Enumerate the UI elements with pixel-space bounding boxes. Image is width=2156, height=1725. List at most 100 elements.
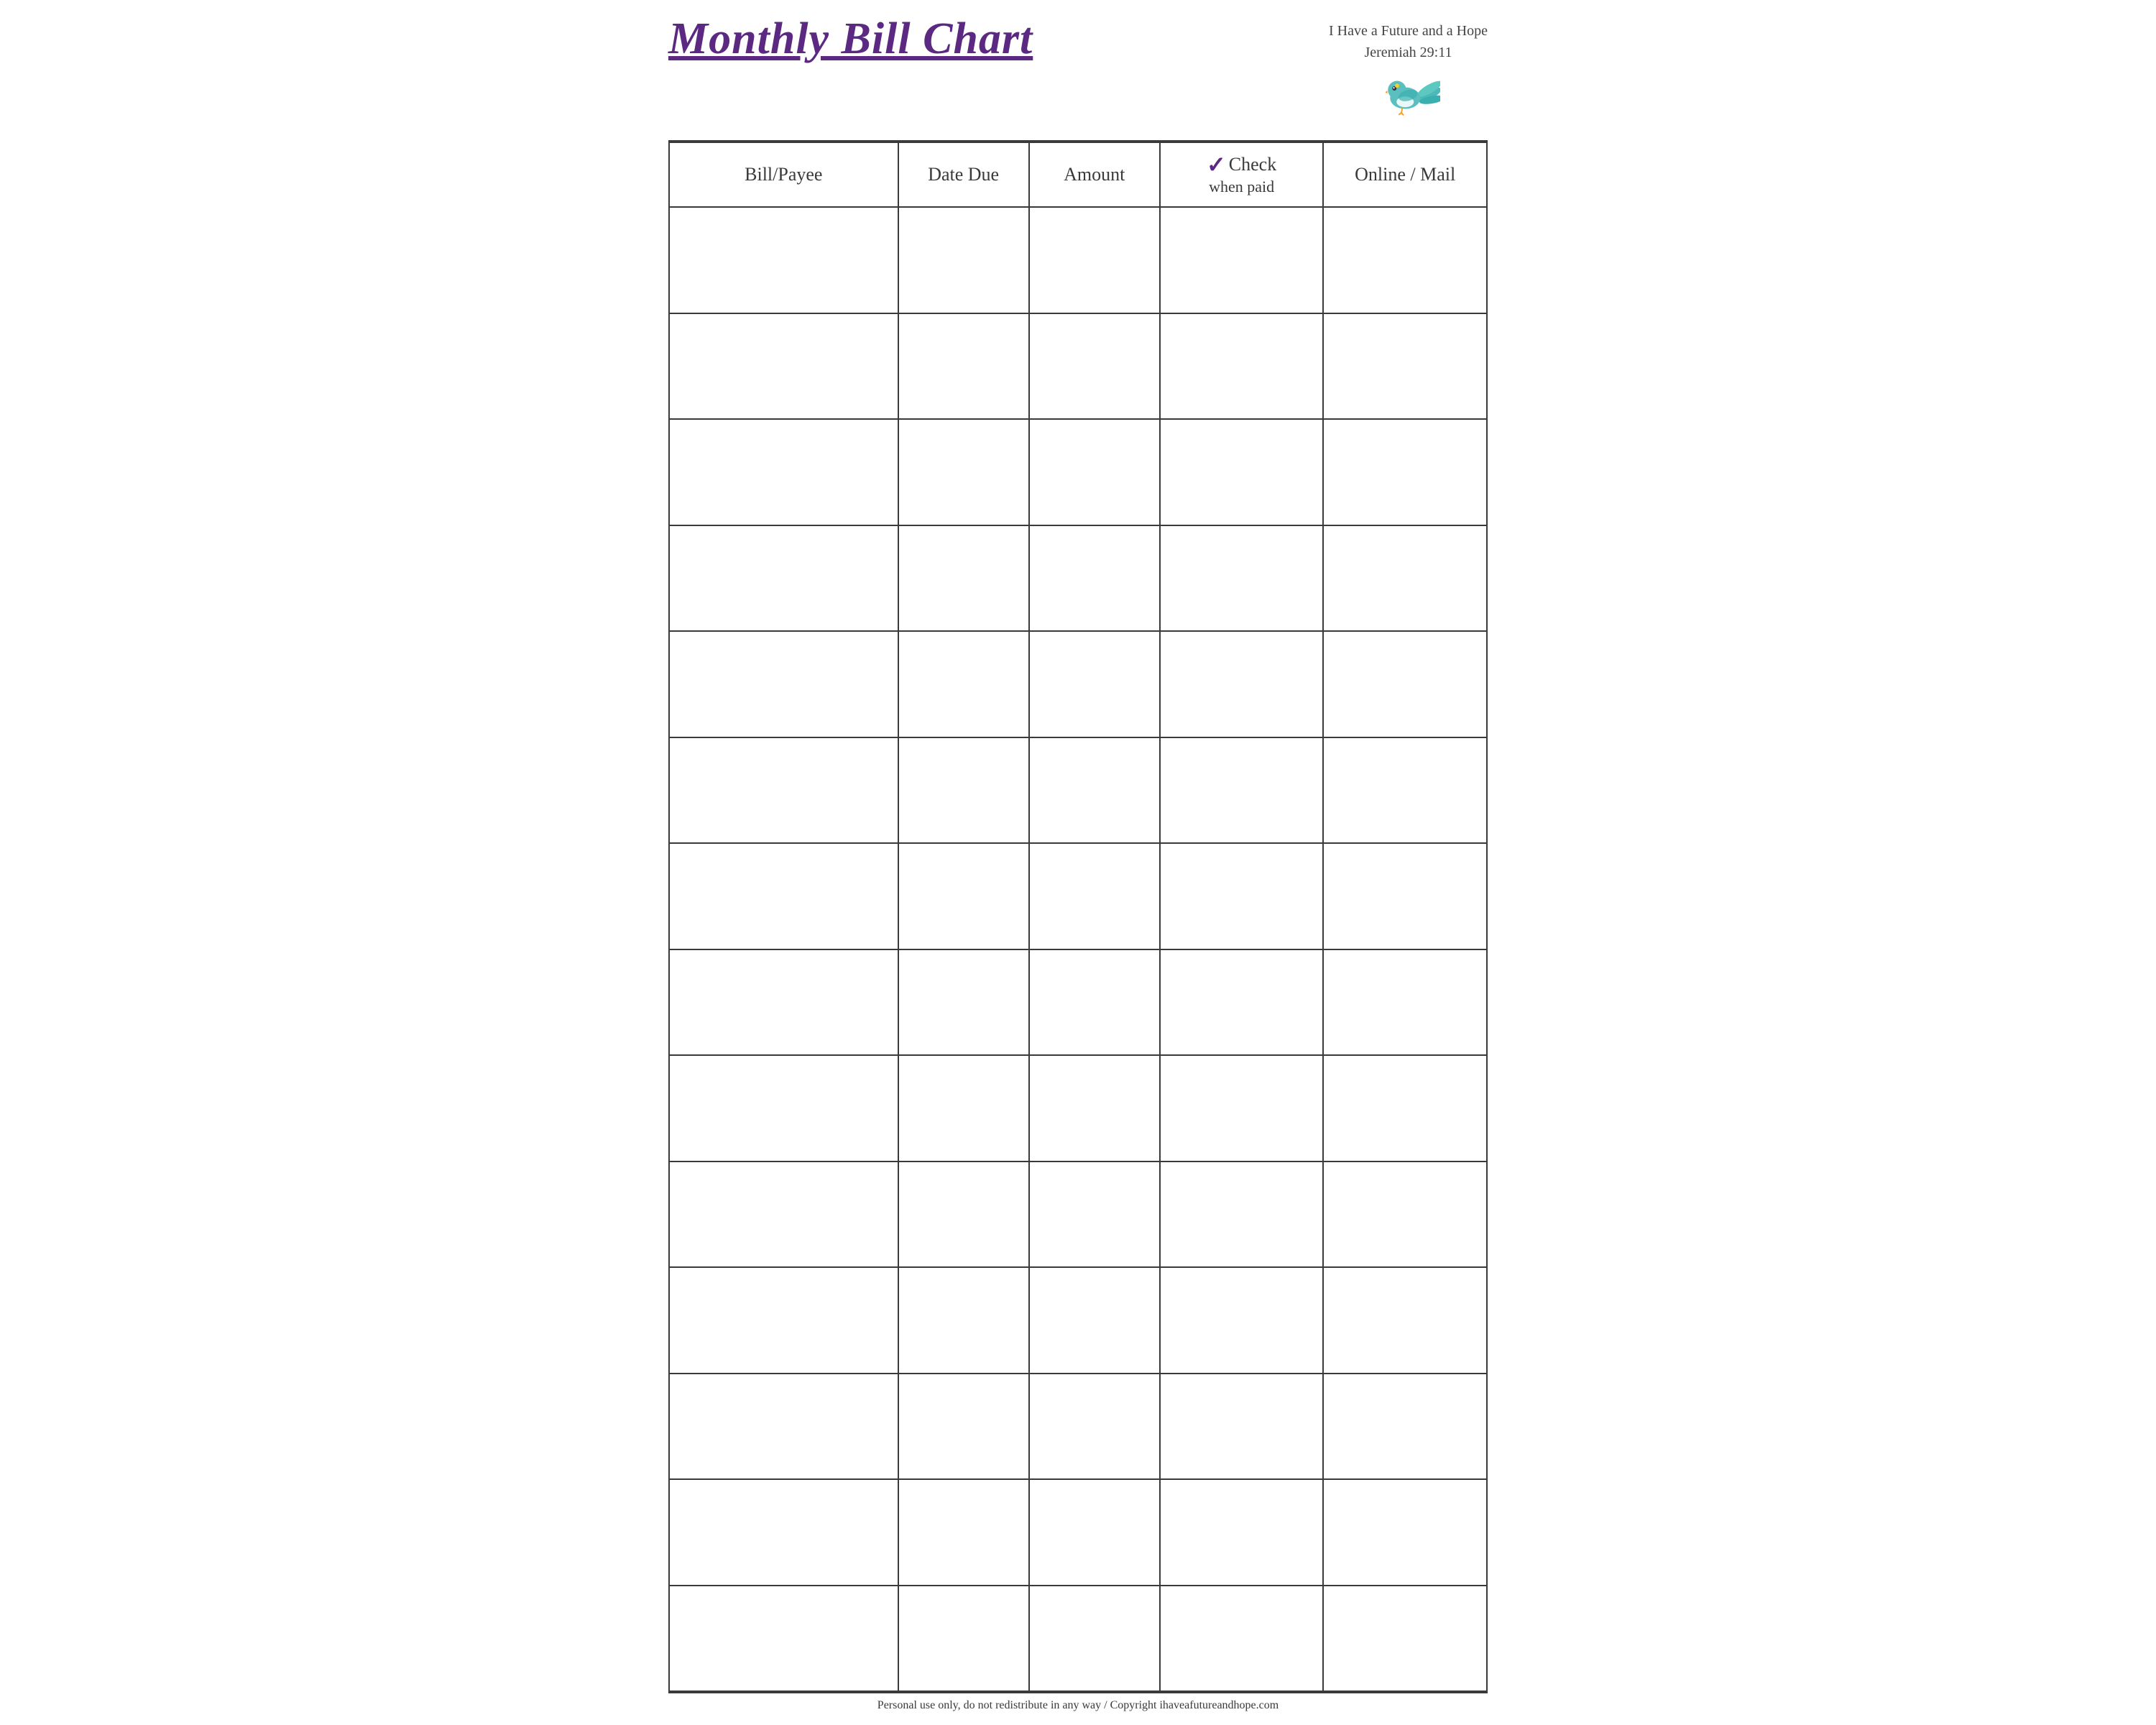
bird-icon: [1376, 68, 1440, 121]
table-row: [669, 1162, 1487, 1268]
table-cell[interactable]: [1323, 207, 1487, 313]
table-cell[interactable]: [898, 1479, 1029, 1586]
table-cell[interactable]: [1323, 631, 1487, 737]
table-cell[interactable]: [1029, 1479, 1160, 1586]
col-header-check: ✓ Check when paid: [1160, 142, 1324, 207]
table-cell[interactable]: [1160, 207, 1324, 313]
table-cell[interactable]: [898, 207, 1029, 313]
table-cell[interactable]: [1029, 1267, 1160, 1374]
table-row: [669, 525, 1487, 632]
table-cell[interactable]: [1029, 1374, 1160, 1480]
table-row: [669, 843, 1487, 949]
col-header-date: Date Due: [898, 142, 1029, 207]
table-cell[interactable]: [1029, 1586, 1160, 1692]
table-cell[interactable]: [898, 631, 1029, 737]
table-cell[interactable]: [1160, 843, 1324, 949]
table-cell[interactable]: [1160, 1586, 1324, 1692]
table-cell[interactable]: [669, 1479, 898, 1586]
table-cell[interactable]: [1323, 525, 1487, 632]
table-cell[interactable]: [1160, 1374, 1324, 1480]
page: Monthly Bill Chart I Have a Future and a…: [647, 0, 1509, 1725]
table-cell[interactable]: [669, 525, 898, 632]
table-cell[interactable]: [898, 1055, 1029, 1162]
col-header-payee: Bill/Payee: [669, 142, 898, 207]
table-cell[interactable]: [898, 1162, 1029, 1268]
table-cell[interactable]: [669, 1267, 898, 1374]
table-cell[interactable]: [898, 1586, 1029, 1692]
table-cell[interactable]: [1323, 1055, 1487, 1162]
table-cell[interactable]: [1029, 631, 1160, 737]
table-cell[interactable]: [898, 313, 1029, 420]
table-row: [669, 631, 1487, 737]
table-cell[interactable]: [1323, 949, 1487, 1056]
table-row: [669, 419, 1487, 525]
col-header-amount: Amount: [1029, 142, 1160, 207]
table-cell[interactable]: [898, 1374, 1029, 1480]
table-cell[interactable]: [1029, 737, 1160, 844]
header-right: I Have a Future and a Hope Jeremiah 29:1…: [1329, 20, 1488, 121]
table-cell[interactable]: [1029, 525, 1160, 632]
table-cell[interactable]: [1160, 1162, 1324, 1268]
table-cell[interactable]: [1160, 1055, 1324, 1162]
title-area: Monthly Bill Chart: [668, 14, 1033, 63]
table-cell[interactable]: [669, 1586, 898, 1692]
table-cell[interactable]: [1160, 1267, 1324, 1374]
table-cell[interactable]: [1029, 1162, 1160, 1268]
table-row: [669, 1267, 1487, 1374]
table-cell[interactable]: [1160, 1479, 1324, 1586]
footer: Personal use only, do not redistribute i…: [668, 1692, 1488, 1718]
table-cell[interactable]: [1160, 525, 1324, 632]
table-cell[interactable]: [898, 1267, 1029, 1374]
table-cell[interactable]: [669, 631, 898, 737]
table-row: [669, 1374, 1487, 1480]
table-cell[interactable]: [669, 843, 898, 949]
table-cell[interactable]: [1323, 1267, 1487, 1374]
header: Monthly Bill Chart I Have a Future and a…: [668, 14, 1488, 127]
table-cell[interactable]: [669, 737, 898, 844]
table-row: [669, 949, 1487, 1056]
table-cell[interactable]: [898, 737, 1029, 844]
table-cell[interactable]: [669, 207, 898, 313]
table-cell[interactable]: [1029, 207, 1160, 313]
scripture-text: I Have a Future and a Hope Jeremiah 29:1…: [1329, 20, 1488, 63]
table-cell[interactable]: [898, 525, 1029, 632]
table-cell[interactable]: [1029, 949, 1160, 1056]
table-cell[interactable]: [898, 843, 1029, 949]
table-cell[interactable]: [1323, 1374, 1487, 1480]
table-cell[interactable]: [669, 1055, 898, 1162]
table-cell[interactable]: [1323, 1586, 1487, 1692]
table-cell[interactable]: [1029, 313, 1160, 420]
table-cell[interactable]: [1323, 419, 1487, 525]
table-cell[interactable]: [1160, 419, 1324, 525]
table-cell[interactable]: [669, 1162, 898, 1268]
table-cell[interactable]: [1029, 1055, 1160, 1162]
table-cell[interactable]: [1323, 843, 1487, 949]
table-cell[interactable]: [1323, 1479, 1487, 1586]
table-row: [669, 207, 1487, 313]
table-row: [669, 1055, 1487, 1162]
table-row: [669, 313, 1487, 420]
table-row: [669, 1479, 1487, 1586]
table-cell[interactable]: [1160, 631, 1324, 737]
page-title: Monthly Bill Chart: [668, 14, 1033, 63]
checkmark-icon: ✓: [1207, 153, 1226, 176]
table-cell[interactable]: [1160, 313, 1324, 420]
table-row: [669, 737, 1487, 844]
table-cell[interactable]: [1323, 1162, 1487, 1268]
table-cell[interactable]: [1029, 419, 1160, 525]
table-cell[interactable]: [669, 313, 898, 420]
table-cell[interactable]: [1323, 737, 1487, 844]
table-body: [669, 207, 1487, 1691]
table-cell[interactable]: [1160, 949, 1324, 1056]
table-row: [669, 1586, 1487, 1692]
table-cell[interactable]: [1029, 843, 1160, 949]
table-cell[interactable]: [1160, 737, 1324, 844]
bill-table: Bill/Payee Date Due Amount ✓ Check when …: [668, 142, 1488, 1692]
table-header-row: Bill/Payee Date Due Amount ✓ Check when …: [669, 142, 1487, 207]
table-cell[interactable]: [669, 949, 898, 1056]
table-cell[interactable]: [669, 419, 898, 525]
table-cell[interactable]: [669, 1374, 898, 1480]
table-cell[interactable]: [898, 949, 1029, 1056]
table-cell[interactable]: [1323, 313, 1487, 420]
table-cell[interactable]: [898, 419, 1029, 525]
